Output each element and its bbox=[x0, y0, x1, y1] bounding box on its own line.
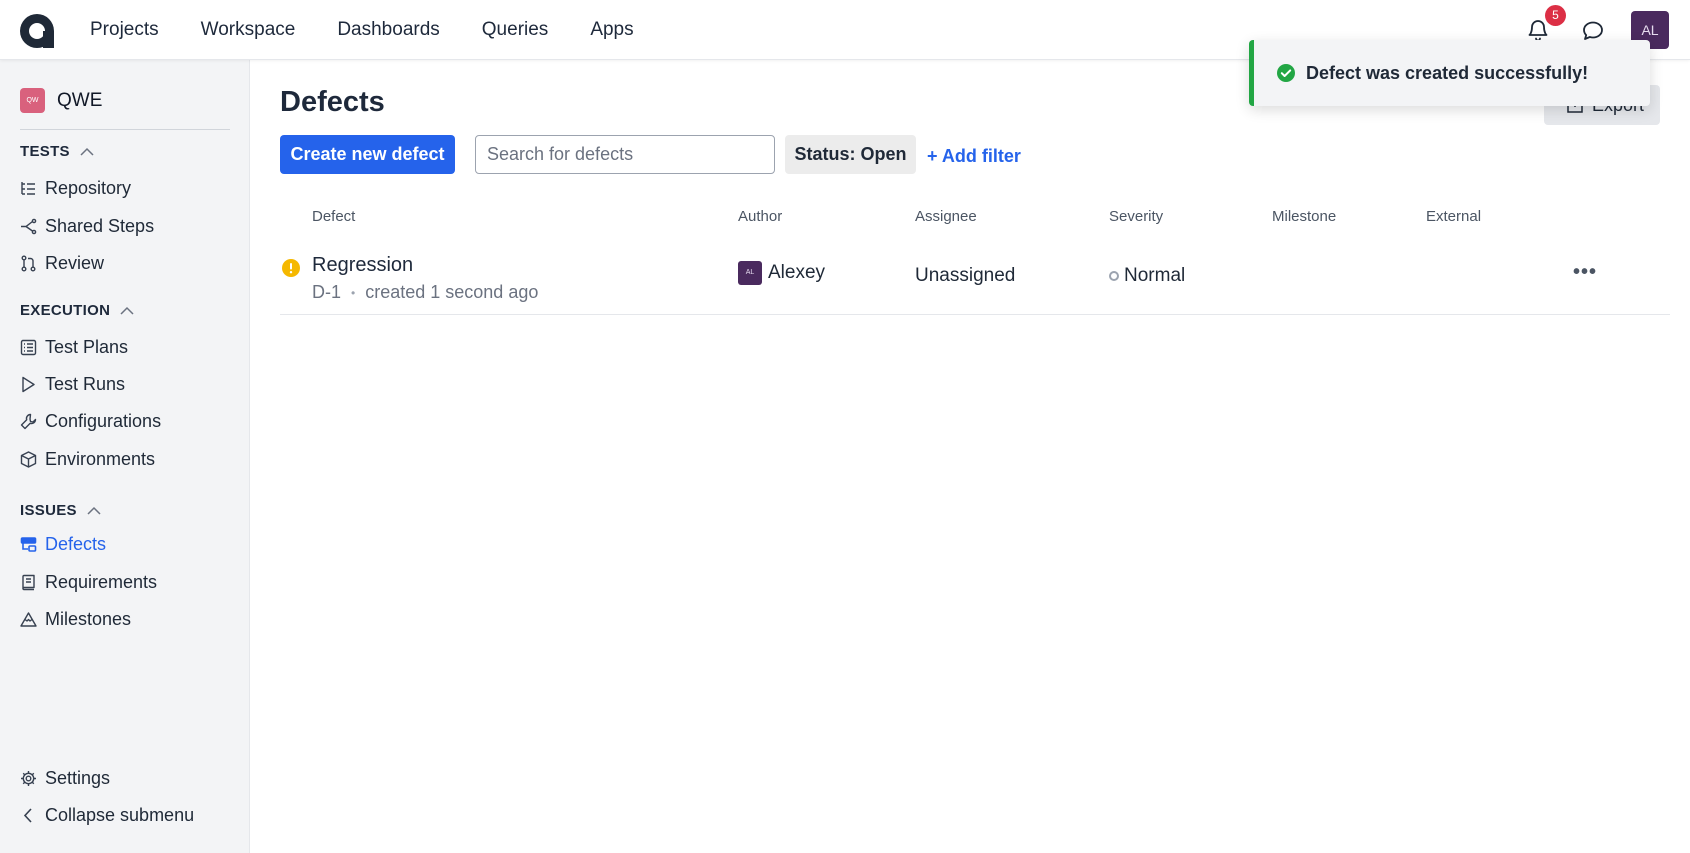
nav-dashboards[interactable]: Dashboards bbox=[337, 19, 439, 41]
sidebar-item-configurations[interactable]: Configurations bbox=[20, 411, 161, 432]
gear-icon bbox=[21, 771, 36, 786]
defect-meta: D-1 • created 1 second ago bbox=[312, 282, 538, 303]
sidebar-item-test-runs[interactable]: Test Runs bbox=[20, 374, 125, 395]
section-execution-label: EXECUTION bbox=[20, 302, 111, 319]
repository-tree-icon bbox=[21, 182, 35, 195]
more-actions-icon[interactable]: ••• bbox=[1573, 261, 1597, 284]
section-issues-label: ISSUES bbox=[20, 502, 77, 519]
sidebar-item-requirements[interactable]: Requirements bbox=[20, 572, 157, 593]
sidebar-item-defects[interactable]: Defects bbox=[20, 534, 106, 555]
sidebar-item-label: Requirements bbox=[45, 572, 158, 592]
wrench-icon bbox=[20, 413, 37, 430]
column-header-author[interactable]: Author bbox=[738, 208, 782, 225]
author-cell: AL Alexey bbox=[738, 261, 825, 285]
list-table-icon bbox=[20, 339, 37, 356]
warning-status-icon bbox=[282, 259, 300, 277]
book-icon bbox=[22, 574, 35, 591]
defect-created-time: created 1 second ago bbox=[365, 282, 539, 302]
nav-projects[interactable]: Projects bbox=[90, 19, 159, 41]
sidebar-item-label: Milestones bbox=[45, 609, 132, 629]
section-issues[interactable]: ISSUES bbox=[20, 502, 101, 519]
check-circle-icon bbox=[1277, 64, 1295, 82]
section-execution[interactable]: EXECUTION bbox=[20, 302, 134, 319]
sidebar-item-repository[interactable]: Repository bbox=[20, 178, 131, 199]
severity-label: Normal bbox=[1124, 265, 1186, 286]
toast-message: Defect was created successfully! bbox=[1306, 62, 1589, 83]
assignee-cell: Unassigned bbox=[915, 265, 1016, 286]
add-filter-link[interactable]: + Add filter bbox=[927, 146, 1021, 167]
git-pull-request-icon bbox=[21, 255, 36, 272]
table-row[interactable]: Regression D-1 • created 1 second ago AL… bbox=[280, 235, 1670, 315]
sidebar-item-label: Test Plans bbox=[45, 337, 129, 357]
notification-count-badge: 5 bbox=[1545, 5, 1566, 26]
sidebar-item-label: Environments bbox=[45, 449, 156, 469]
sidebar-item-label: Configurations bbox=[45, 411, 162, 431]
column-header-defect[interactable]: Defect bbox=[312, 208, 355, 225]
play-icon bbox=[22, 376, 35, 393]
defects-icon bbox=[20, 537, 37, 552]
sidebar-item-settings[interactable]: Settings bbox=[20, 768, 110, 789]
author-avatar: AL bbox=[738, 261, 762, 285]
sidebar-item-milestones[interactable]: Milestones bbox=[20, 609, 131, 630]
sidebar-item-label: Shared Steps bbox=[45, 216, 155, 236]
section-tests-label: TESTS bbox=[20, 143, 70, 160]
collapse-submenu-label: Collapse submenu bbox=[45, 805, 195, 825]
nav-workspace[interactable]: Workspace bbox=[201, 19, 296, 41]
sidebar-item-review[interactable]: Review bbox=[20, 253, 104, 274]
sidebar-item-label: Repository bbox=[45, 178, 132, 198]
create-defect-button[interactable]: Create new defect bbox=[280, 135, 455, 174]
sidebar-item-test-plans[interactable]: Test Plans bbox=[20, 337, 128, 358]
column-header-milestone[interactable]: Milestone bbox=[1272, 208, 1336, 225]
chevron-up-icon bbox=[80, 147, 94, 156]
sidebar-divider bbox=[20, 129, 230, 130]
defect-id: D-1 bbox=[312, 282, 342, 302]
column-header-severity[interactable]: Severity bbox=[1109, 208, 1163, 225]
sidebar-item-label: Test Runs bbox=[45, 374, 126, 394]
column-header-assignee[interactable]: Assignee bbox=[915, 208, 977, 225]
project-name: QWE bbox=[57, 89, 103, 111]
nav-apps[interactable]: Apps bbox=[590, 19, 633, 41]
sidebar-item-label: Defects bbox=[45, 534, 107, 554]
chevron-up-icon bbox=[87, 506, 101, 515]
main-nav: Projects Workspace Dashboards Queries Ap… bbox=[90, 0, 634, 60]
separator-dot: • bbox=[351, 285, 356, 300]
sidebar: QW QWE TESTS Repository Shared Steps Rev… bbox=[0, 60, 250, 853]
project-avatar: QW bbox=[20, 88, 45, 113]
project-selector[interactable]: QW QWE bbox=[20, 88, 102, 113]
share-icon bbox=[21, 218, 37, 235]
status-filter-chip[interactable]: Status: Open bbox=[785, 135, 916, 174]
sidebar-item-label: Review bbox=[45, 253, 105, 273]
defect-title-link[interactable]: Regression bbox=[312, 254, 413, 277]
section-tests[interactable]: TESTS bbox=[20, 143, 94, 160]
collapse-submenu-button[interactable]: Collapse submenu bbox=[20, 805, 194, 826]
chevron-up-icon bbox=[120, 306, 134, 315]
mountain-icon bbox=[20, 612, 37, 627]
cube-icon bbox=[20, 451, 37, 468]
page-title: Defects bbox=[280, 86, 385, 118]
sidebar-item-label: Settings bbox=[45, 768, 111, 788]
chevron-left-icon bbox=[23, 808, 32, 823]
search-input[interactable] bbox=[475, 135, 775, 174]
column-header-external[interactable]: External bbox=[1426, 208, 1481, 225]
nav-queries[interactable]: Queries bbox=[482, 19, 549, 41]
app-logo-icon[interactable] bbox=[19, 13, 55, 49]
sidebar-item-shared-steps[interactable]: Shared Steps bbox=[20, 216, 154, 237]
severity-dot-icon bbox=[1109, 271, 1119, 281]
sidebar-item-environments[interactable]: Environments bbox=[20, 449, 155, 470]
severity-cell: Normal bbox=[1109, 265, 1185, 287]
author-name: Alexey bbox=[768, 262, 826, 283]
success-toast: Defect was created successfully! bbox=[1249, 40, 1650, 106]
